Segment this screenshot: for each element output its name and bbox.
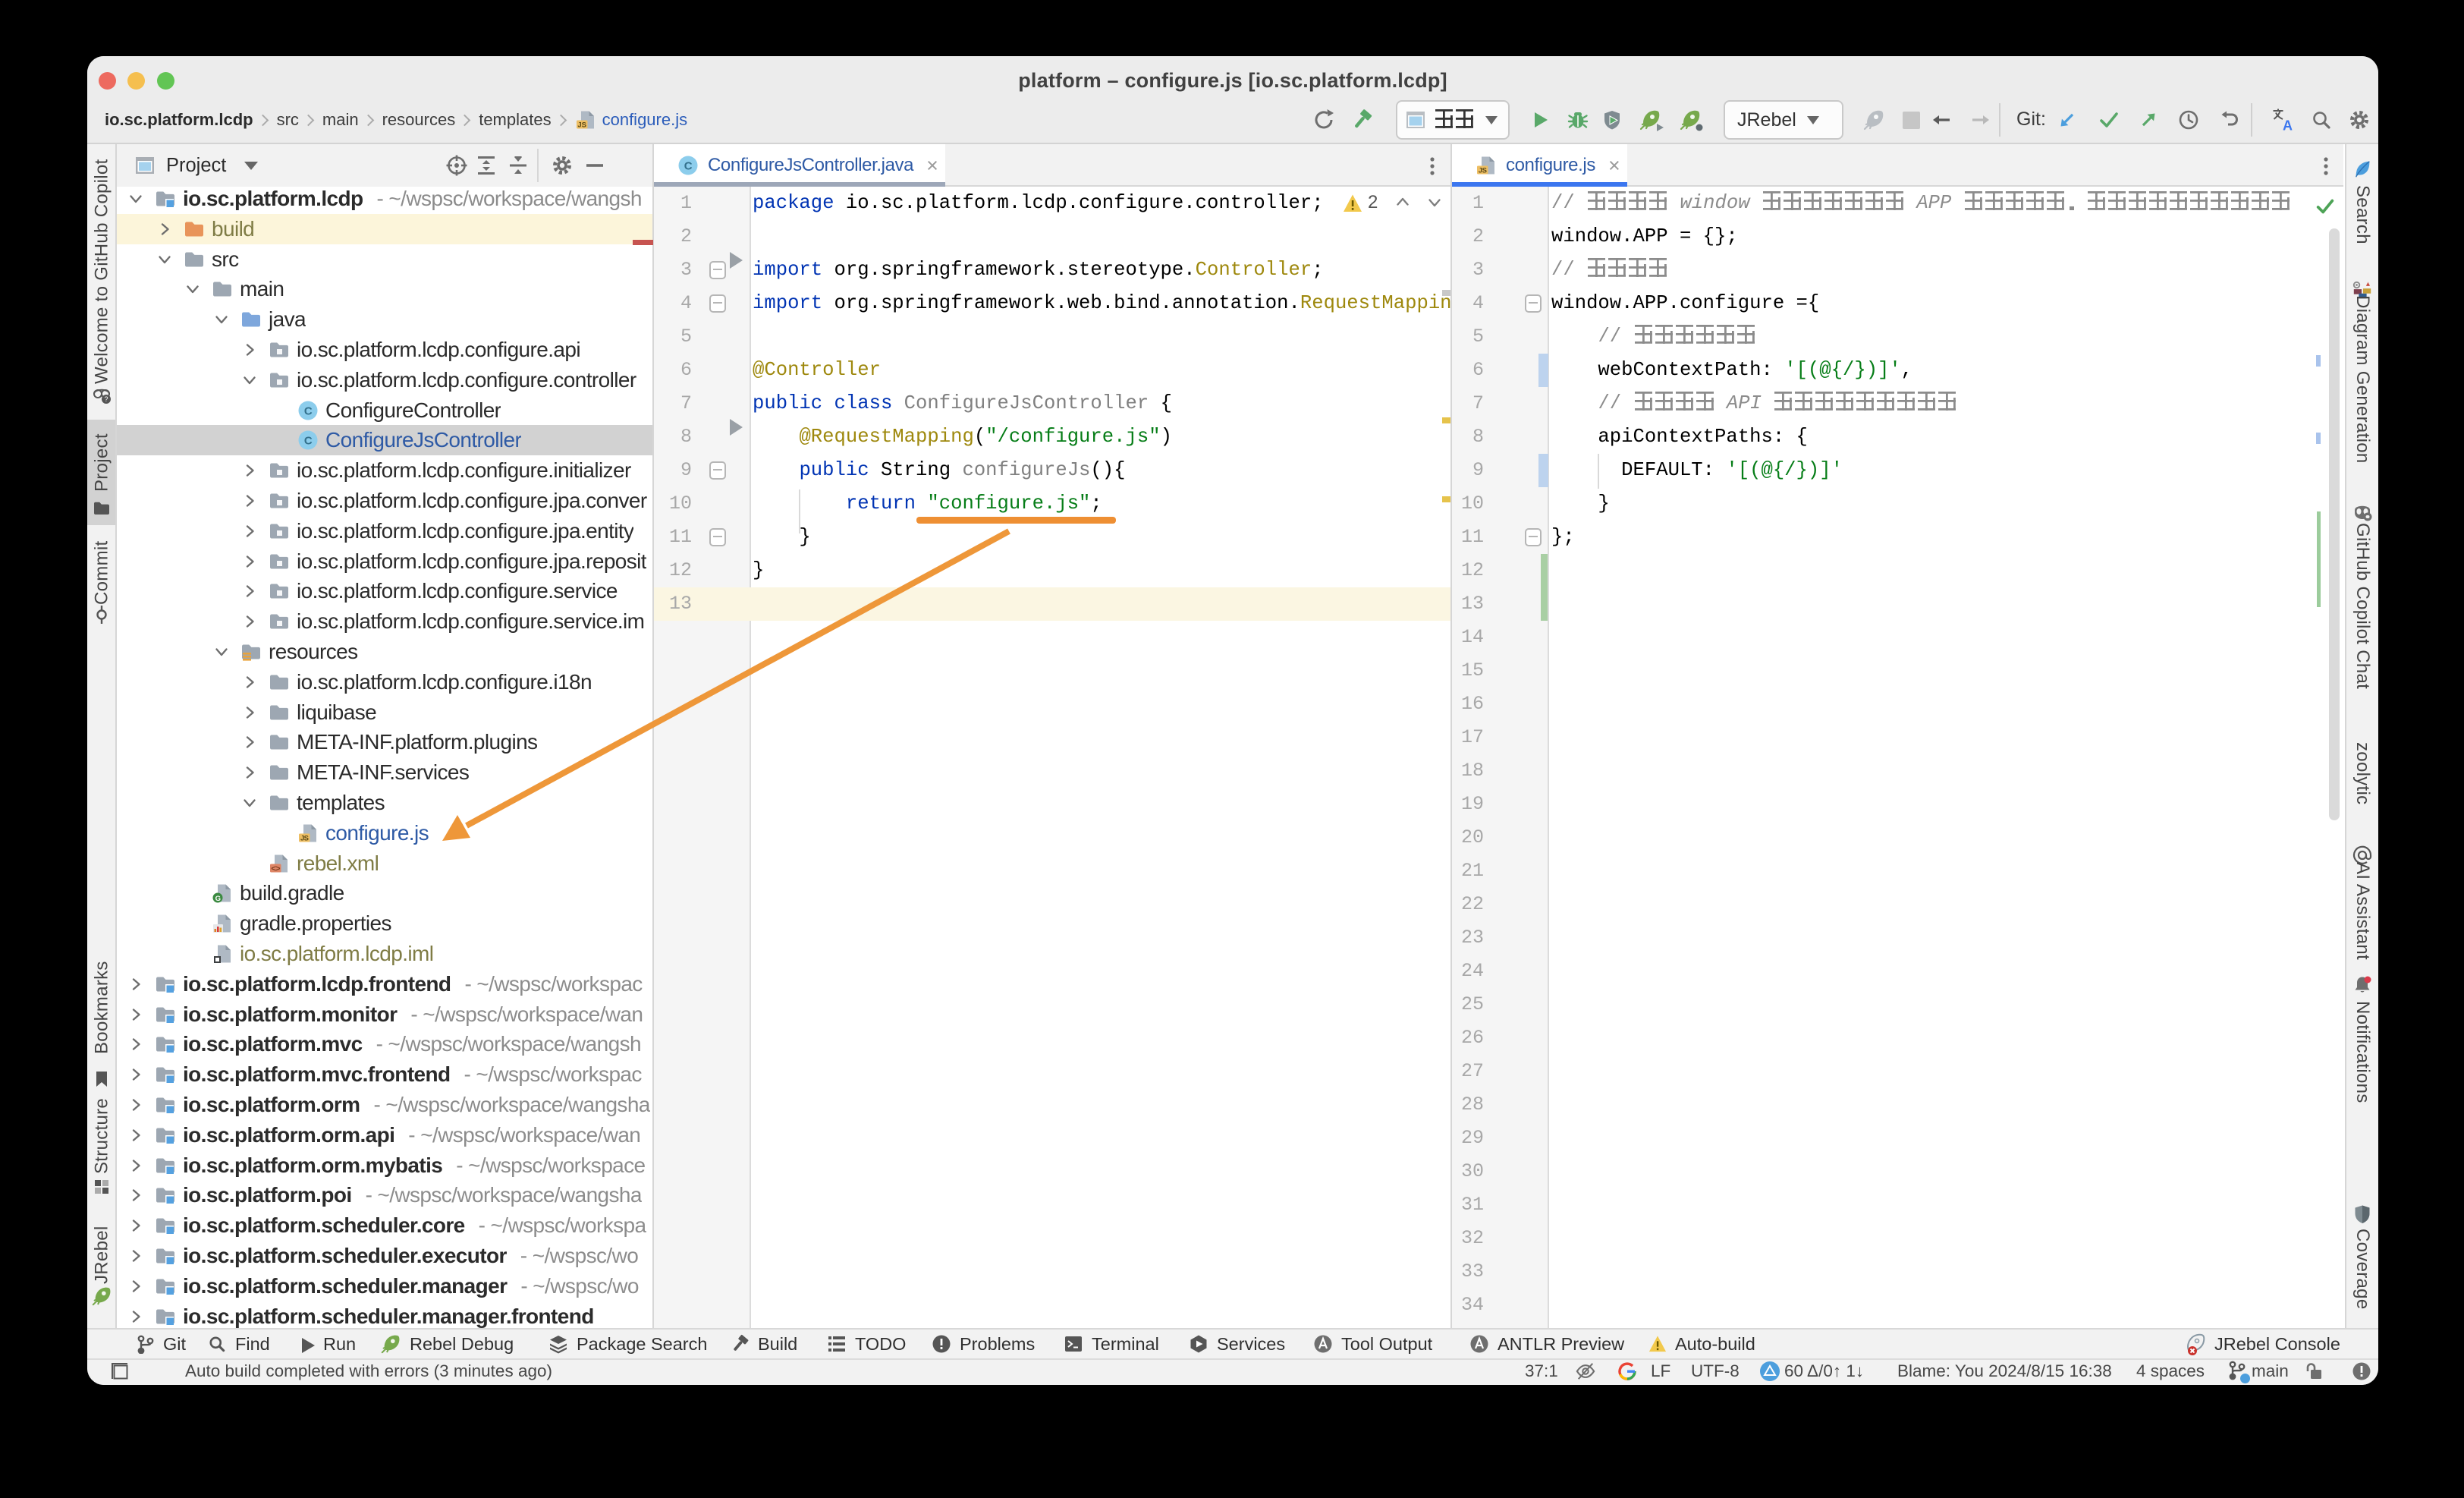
- svg-text:A: A: [2283, 118, 2293, 133]
- svg-text:JS: JS: [577, 121, 586, 130]
- svg-text:?: ?: [104, 395, 108, 403]
- svg-text:JS: JS: [300, 834, 309, 842]
- svg-text:C: C: [684, 160, 693, 173]
- svg-text:C: C: [304, 404, 313, 417]
- svg-text:C: C: [304, 435, 313, 448]
- svg-text:<>: <>: [271, 864, 280, 873]
- svg-text:G: G: [215, 895, 221, 903]
- svg-text:JS: JS: [1479, 167, 1487, 175]
